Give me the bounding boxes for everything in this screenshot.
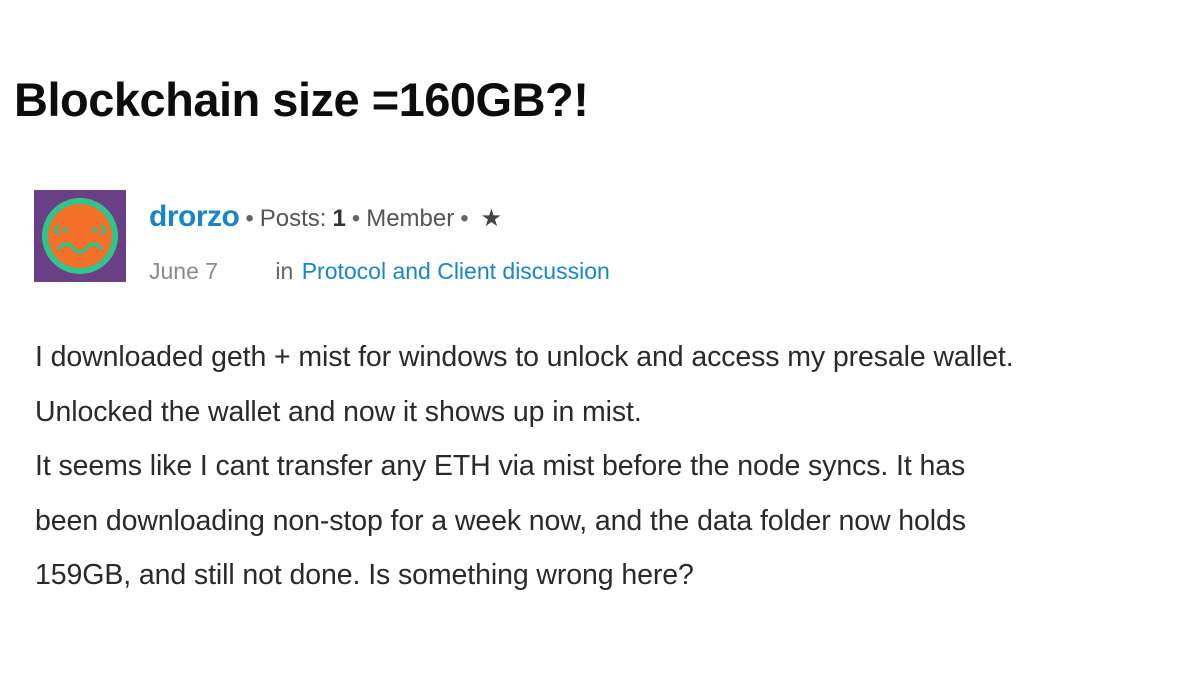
post-date[interactable]: June 7: [149, 258, 269, 285]
bullet-separator: •: [245, 205, 254, 232]
member-role: Member: [366, 205, 455, 232]
smiley-face-icon: [42, 198, 118, 274]
bullet-separator: •: [460, 205, 469, 232]
star-icon: ★: [480, 205, 503, 232]
post-meta: drorzo • Posts: 1 • Member • ★: [149, 200, 502, 234]
post-date-category: June 7 in Protocol and Client discussion: [149, 258, 610, 285]
post-title: Blockchain size =160GB?!: [14, 73, 589, 126]
post-body: I downloaded geth + mist for windows to …: [35, 330, 1195, 603]
posts-label: Posts:: [259, 205, 327, 232]
category-link[interactable]: Protocol and Client discussion: [302, 258, 610, 284]
body-line: It seems like I cant transfer any ETH vi…: [35, 450, 966, 482]
body-line: been downloading non-stop for a week now…: [35, 504, 966, 537]
author-link[interactable]: drorzo: [149, 200, 240, 234]
body-line: Unlocked the wallet and now it shows up …: [35, 395, 642, 428]
bullet-separator: •: [351, 205, 361, 232]
avatar[interactable]: [34, 190, 126, 282]
in-label: in: [275, 258, 294, 284]
posts-count: 1: [332, 205, 346, 232]
body-line: 159GB, and still not done. Is something …: [35, 559, 694, 591]
body-line: I downloaded geth + mist for windows to …: [35, 341, 1014, 373]
